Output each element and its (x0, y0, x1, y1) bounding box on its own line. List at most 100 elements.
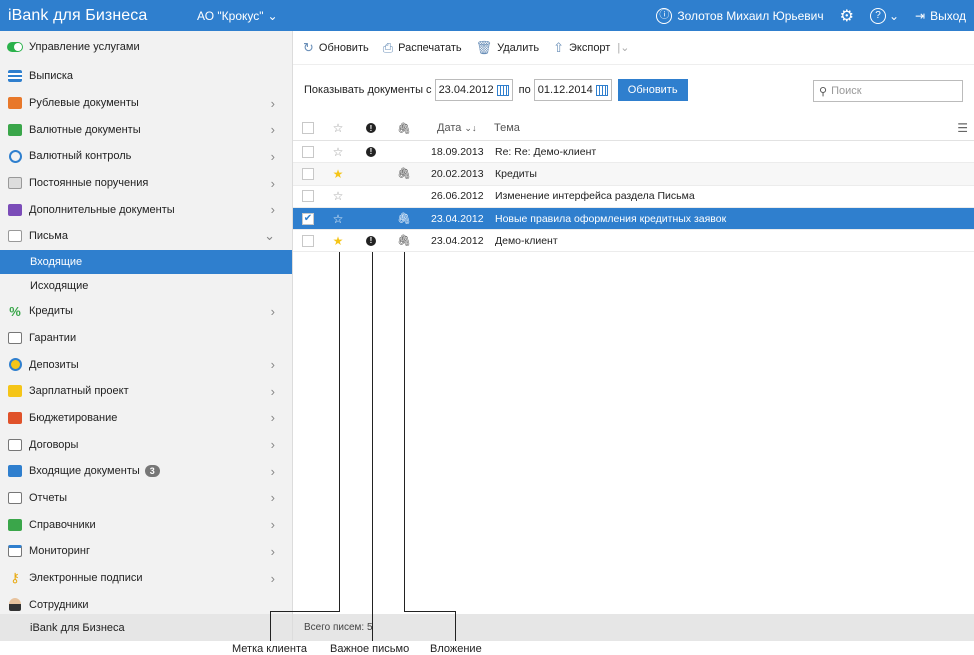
sidebar-item-additional-docs[interactable]: Дополнительные документы › (0, 196, 292, 223)
column-date[interactable]: Дата ⌄↓ (419, 122, 486, 134)
table-row[interactable]: ★ 🖇 20.02.2013 Кредиты (293, 163, 974, 186)
refresh-icon: ↻ (303, 39, 314, 55)
sidebar-item-directories[interactable]: Справочники › (0, 511, 292, 538)
row-checkbox[interactable] (302, 145, 314, 158)
callout-line-client-mark (339, 252, 340, 612)
sort-desc-icon: ⌄↓ (464, 123, 477, 133)
chevron-right-icon: › (270, 303, 275, 319)
sidebar-item-contracts[interactable]: Договоры › (0, 431, 292, 458)
sidebar-item-e-signatures[interactable]: ⚷ Электронные подписи › (0, 565, 292, 592)
sidebar-item-services[interactable]: Управление услугами (0, 31, 292, 63)
total-count: Всего писем: 5 (304, 622, 373, 633)
star-icon[interactable]: ★ (333, 167, 344, 181)
chevron-right-icon: › (270, 122, 275, 138)
sidebar-item-letters[interactable]: Письма ⌄ (0, 223, 292, 250)
export-button[interactable]: ⇧ Экспорт |⌄ (553, 40, 629, 56)
table-row[interactable]: ★! 🖇 23.04.2012 Демо-клиент (293, 230, 974, 253)
top-bar: iBank для Бизнеса АО "Крокус" ⌄ ⓘ Золото… (0, 0, 974, 31)
sidebar-item-deposits[interactable]: Депозиты › (0, 351, 292, 378)
date-to-field[interactable]: 01.12.2014 (533, 79, 612, 101)
star-icon[interactable]: ☆ (333, 189, 344, 203)
calendar-icon[interactable] (595, 84, 608, 96)
apply-filter-button[interactable]: Обновить (617, 79, 688, 101)
row-date: 26.06.2012 (431, 190, 484, 203)
sidebar-item-incoming-docs[interactable]: Входящие документы 3 › (0, 458, 292, 485)
select-all-checkbox[interactable] (302, 122, 314, 134)
sidebar-item-credits[interactable]: % Кредиты › (0, 298, 292, 325)
chevron-right-icon: › (270, 490, 275, 506)
row-date: 20.02.2013 (431, 167, 484, 180)
sidebar-item-label: Справочники (29, 518, 96, 531)
chevron-right-icon: › (270, 175, 275, 191)
letters-table: ☆ ! 🖇 Дата ⌄↓ Тема ☰ ☆! 18.09.2013 Re: Re:… (293, 116, 974, 253)
exit-button[interactable]: ⇥ Выход (915, 9, 966, 23)
gear-icon[interactable]: ⚙ (840, 6, 854, 26)
statement-icon (7, 69, 23, 83)
row-checkbox[interactable]: ✔ (302, 212, 314, 225)
row-checkbox[interactable] (302, 167, 314, 180)
column-topic[interactable]: Тема (486, 122, 974, 134)
user-name: Золотов Михаил Юрьевич (677, 8, 824, 23)
important-icon: ! (366, 235, 376, 246)
sidebar-item-currency-docs[interactable]: Валютные документы › (0, 116, 292, 143)
star-icon[interactable]: ☆ (333, 212, 344, 226)
sidebar-item-budgeting[interactable]: Бюджетирование › (0, 405, 292, 432)
paperclip-icon: 🖇 (397, 168, 411, 181)
chevron-down-icon: ⌄ (267, 8, 278, 23)
sidebar-item-statement[interactable]: Выписка (0, 63, 292, 90)
chevron-down-icon[interactable]: |⌄ (617, 41, 629, 54)
delete-button[interactable]: 🗑 Удалить (476, 40, 540, 56)
row-checkbox[interactable] (302, 234, 314, 247)
table-row[interactable]: ✔ ☆ 🖇 23.04.2012 Новые правила оформления кр… (293, 207, 974, 231)
star-icon[interactable]: ☆ (333, 121, 344, 135)
table-row[interactable]: ☆ 26.06.2012 Изменение интерфейса раздела … (293, 186, 974, 208)
column-menu-icon[interactable]: ☰ (957, 121, 968, 135)
sidebar-item-label: Электронные подписи (29, 572, 143, 585)
callout-line-client-mark-v (270, 611, 271, 641)
date-to-value: 01.12.2014 (537, 84, 593, 96)
print-label: Распечатать (398, 41, 462, 54)
brand-title: iBank для Бизнеса (8, 6, 148, 24)
chevron-right-icon: › (270, 463, 275, 479)
important-icon[interactable]: ! (366, 123, 376, 133)
sidebar-item-label: Входящие (30, 255, 83, 268)
callout-line-attachment (404, 252, 405, 612)
refresh-label: Обновить (318, 41, 369, 54)
sidebar-item-salary[interactable]: Зарплатный проект › (0, 378, 292, 405)
print-button[interactable]: ⎙ Распечатать (383, 40, 462, 56)
sidebar-item-label: Гарантии (29, 331, 77, 344)
search-input[interactable]: ⚲ Поиск (813, 80, 963, 102)
org-selector[interactable]: АО "Крокус" ⌄ (197, 9, 278, 23)
sidebar-item-reports[interactable]: Отчеты › (0, 485, 292, 512)
sidebar-item-monitoring[interactable]: Мониторинг › (0, 538, 292, 565)
sidebar-item-label: Постоянные поручения (29, 177, 149, 190)
search-placeholder: Поиск (831, 85, 862, 97)
sidebar-item-ruble-docs[interactable]: Рублевые документы › (0, 90, 292, 117)
user-menu[interactable]: ⓘ Золотов Михаил Юрьевич (656, 7, 824, 24)
sidebar-item-currency-control[interactable]: Валютный контроль › (0, 143, 292, 170)
sidebar-item-standing-orders[interactable]: Постоянные поручения › (0, 170, 292, 197)
sidebar-item-label: Дополнительные документы (29, 203, 175, 216)
star-icon[interactable]: ★ (333, 234, 344, 248)
sidebar-item-label: Бюджетирование (29, 411, 118, 424)
export-label: Экспорт (569, 41, 611, 54)
calendar-icon[interactable] (496, 84, 509, 96)
row-date: 23.04.2012 (431, 212, 484, 225)
table-row[interactable]: ☆! 18.09.2013 Re: Re: Демо-клиент (293, 141, 974, 164)
org-name: АО "Крокус" (197, 8, 264, 23)
row-topic: Кредиты (495, 167, 537, 180)
printer-icon: ⎙ (382, 39, 394, 55)
chevron-down-icon: ⌄ (888, 8, 900, 23)
search-icon: ⚲ (819, 85, 828, 98)
help-menu[interactable]: ? ⌄ (869, 7, 900, 24)
chevron-right-icon: › (270, 570, 275, 586)
refresh-button[interactable]: ↻ Обновить (303, 40, 369, 56)
sidebar-item-outbox[interactable]: Исходящие (0, 274, 292, 298)
row-checkbox[interactable] (302, 190, 314, 203)
sidebar-item-guarantees[interactable]: Гарантии (0, 325, 292, 352)
date-from-field[interactable]: 23.04.2012 (434, 79, 513, 101)
sidebar-item-label: Входящие документы (29, 465, 140, 478)
paperclip-icon[interactable]: 🖇 (397, 122, 411, 135)
star-icon[interactable]: ☆ (333, 145, 344, 159)
sidebar-item-inbox[interactable]: Входящие (0, 249, 292, 274)
